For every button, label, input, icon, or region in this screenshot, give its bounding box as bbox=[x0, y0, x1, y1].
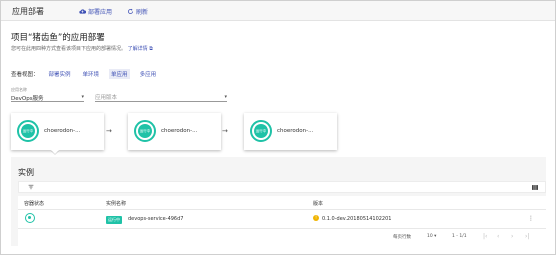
status-label: 运行中 bbox=[21, 124, 35, 138]
version-select-underline bbox=[95, 101, 227, 102]
more-actions-icon[interactable]: ⋮ bbox=[528, 215, 534, 222]
version-select-spacer bbox=[95, 87, 227, 92]
page-size-select[interactable]: 10 ▾ bbox=[427, 234, 436, 239]
status-label: 运行中 bbox=[254, 124, 268, 138]
learn-more-label: 了解详情 bbox=[127, 46, 148, 52]
refresh-button[interactable]: 刷新 bbox=[127, 7, 148, 16]
table-toolbar bbox=[18, 181, 546, 193]
first-page-icon[interactable]: |‹ bbox=[483, 233, 487, 240]
app-select-underline bbox=[11, 101, 84, 102]
selected-pointer bbox=[51, 150, 59, 154]
tab-multi-app[interactable]: 多应用 bbox=[138, 69, 159, 79]
view-label: 查看视图： bbox=[11, 72, 39, 78]
pod-status-icon bbox=[25, 213, 35, 223]
header-bar: 应用部署 部署应用 刷新 bbox=[1, 1, 555, 21]
deploy-app-button[interactable]: 部署应用 bbox=[79, 7, 112, 16]
version-select-placeholder: 应用版本 bbox=[95, 95, 118, 101]
header-title: 应用部署 bbox=[12, 7, 44, 16]
last-page-icon[interactable]: ›| bbox=[525, 233, 529, 240]
page-size-value: 10 bbox=[427, 234, 433, 239]
env-card[interactable]: 运行中 choerodon-... bbox=[11, 113, 104, 154]
filter-icon[interactable] bbox=[28, 184, 34, 190]
app-select[interactable]: 应用名称 DevOps服务 ▾ bbox=[11, 87, 84, 102]
arrow-right-icon: → bbox=[222, 127, 228, 135]
page-description-text: 您可在此用四种方式查看该项目下应用的部署情况。 bbox=[11, 46, 127, 52]
status-ring: 运行中 bbox=[134, 120, 156, 142]
learn-more-link[interactable]: 了解详情 ⧉ bbox=[128, 46, 153, 52]
page-range: 1 - 1/1 bbox=[452, 234, 467, 239]
status-ring: 运行中 bbox=[250, 120, 272, 142]
prev-page-icon[interactable]: ‹ bbox=[497, 233, 499, 240]
instance-name: devops-service-496d7 bbox=[128, 216, 184, 222]
page-description: 您可在此用四种方式查看该项目下应用的部署情况。 了解详情 ⧉ bbox=[11, 45, 153, 52]
refresh-label: 刷新 bbox=[136, 9, 149, 16]
tab-instances[interactable]: 部署实例 bbox=[47, 69, 73, 79]
external-link-icon: ⧉ bbox=[147, 46, 153, 52]
row-divider bbox=[18, 228, 546, 229]
env-card-name: choerodon-... bbox=[161, 128, 198, 134]
chevron-down-icon: ▾ bbox=[224, 94, 227, 100]
instances-title: 实例 bbox=[18, 168, 34, 177]
columns-icon[interactable] bbox=[532, 185, 538, 190]
env-card-name: choerodon-... bbox=[44, 128, 81, 134]
rows-per-page-label: 每页行数 bbox=[393, 235, 411, 240]
cloud-upload-icon bbox=[79, 9, 86, 14]
view-switcher: 查看视图： 部署实例 单环境 单应用 多应用 bbox=[11, 69, 166, 79]
chevron-down-icon: ▾ bbox=[81, 94, 84, 100]
instance-version: 0.1.0-dev.20180514102201 bbox=[322, 216, 392, 222]
tab-single-app[interactable]: 单应用 bbox=[109, 69, 130, 79]
row-divider bbox=[18, 209, 546, 210]
status-label: 运行中 bbox=[138, 124, 152, 138]
next-page-icon[interactable]: › bbox=[511, 233, 513, 240]
deploy-app-label: 部署应用 bbox=[88, 9, 113, 16]
version-icon: ! bbox=[313, 215, 319, 221]
version-select[interactable]: 应用版本 ▾ bbox=[95, 87, 227, 102]
col-header-status: 容器状态 bbox=[24, 201, 45, 207]
chevron-down-icon: ▾ bbox=[434, 234, 437, 239]
arrow-right-icon: → bbox=[106, 127, 112, 135]
page-title: 项目“猪齿鱼”的应用部署 bbox=[11, 33, 105, 43]
app-select-label: 应用名称 bbox=[11, 87, 27, 92]
env-card[interactable]: 运行中 choerodon-... bbox=[128, 113, 221, 150]
pod-status-dot bbox=[28, 216, 31, 219]
env-card-name: choerodon-... bbox=[277, 128, 314, 134]
refresh-icon bbox=[128, 8, 133, 14]
col-header-version: 版本 bbox=[313, 201, 324, 207]
status-ring: 运行中 bbox=[17, 120, 39, 142]
env-card[interactable]: 运行中 choerodon-... bbox=[244, 113, 337, 150]
tab-single-env[interactable]: 单环境 bbox=[81, 69, 102, 79]
col-header-name: 实例名称 bbox=[106, 201, 127, 207]
status-badge: 运行中 bbox=[106, 216, 122, 224]
